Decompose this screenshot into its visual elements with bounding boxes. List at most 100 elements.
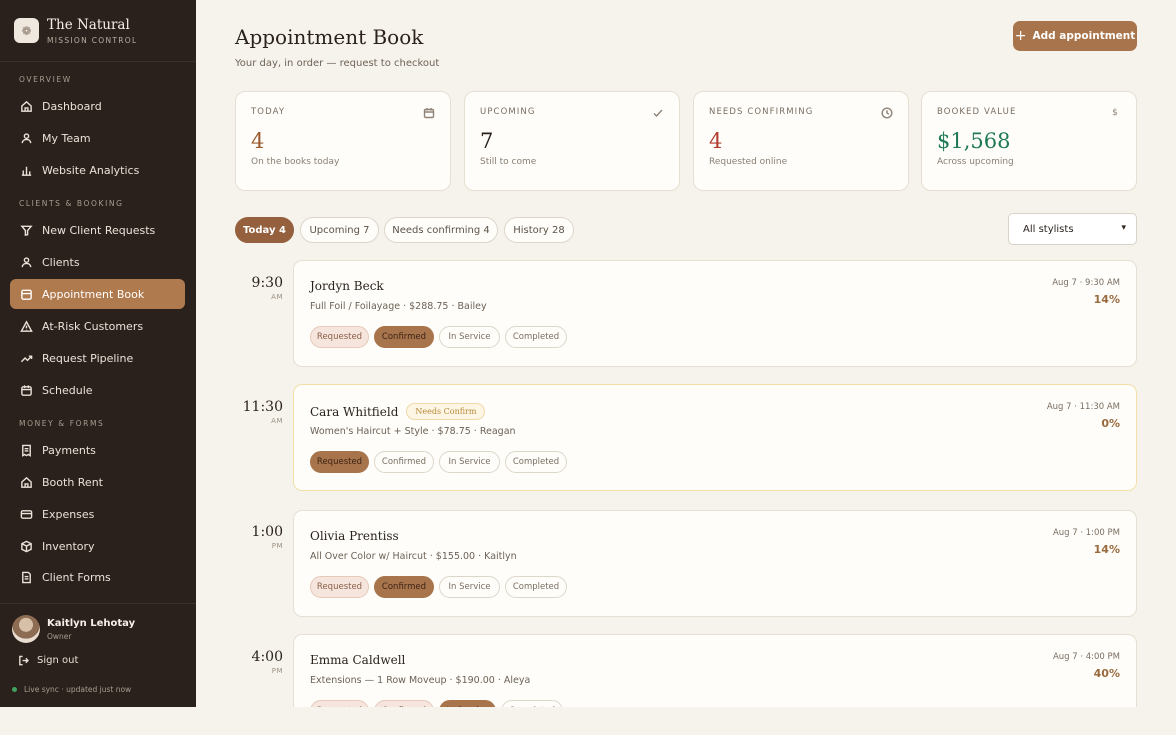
dollar-icon: $ [1112,108,1118,118]
sidebar-item-schedule[interactable]: Schedule [10,375,185,405]
card-icon [20,508,33,521]
stat-label: BOOKED VALUE [937,107,1017,117]
status-requested-button[interactable]: Requested [310,576,369,598]
appointment-detail: Women's Haircut + Style · $78.75 · Reaga… [310,426,516,437]
appointment-card[interactable]: Olivia Prentiss All Over Color w/ Haircu… [293,510,1137,617]
status-selector: Requested Confirmed In Service Completed [310,326,572,348]
box-icon [20,540,33,553]
stat-value: 7 [480,129,494,153]
status-completed-button[interactable]: Completed [505,576,567,598]
progress-percent: 14% [1093,543,1120,556]
client-name: Emma Caldwell [310,653,405,667]
sidebar-item-website-analytics[interactable]: Website Analytics [10,155,185,185]
section-label-clients-booking: CLIENTS & BOOKING [19,199,124,208]
sidebar-item-client-forms[interactable]: Client Forms [10,562,185,592]
sign-out-button[interactable]: Sign out [18,655,78,666]
stat-caption: On the books today [251,157,340,167]
add-appointment-button[interactable]: + Add appointment [1013,21,1137,51]
sidebar-item-label: My Team [42,131,91,145]
appointment-detail: Full Foil / Foilayage · $288.75 · Bailey [310,301,487,312]
status-completed-button[interactable]: Completed [505,451,567,473]
sidebar-item-label: Clients [42,255,80,269]
progress-percent: 14% [1093,293,1120,306]
sidebar-item-label: Booth Rent [42,475,103,489]
sidebar-item-label: Expenses [42,507,95,521]
status-in-service-button[interactable]: In Service [439,576,500,598]
appointment-detail: All Over Color w/ Haircut · $155.00 · Ka… [310,551,517,562]
status-confirmed-button[interactable]: Confirmed [374,700,434,707]
status-completed-button[interactable]: Completed [505,326,567,348]
time-ampm: AM [271,417,283,425]
check-icon [652,107,664,119]
sidebar-item-request-pipeline[interactable]: Request Pipeline [10,343,185,373]
status-in-service-button[interactable]: In Service [439,326,500,348]
status-requested-button[interactable]: Requested [310,700,369,707]
sidebar-item-clients[interactable]: Clients [10,247,185,277]
tab-history[interactable]: History 28 [504,217,574,243]
appointment-card[interactable]: Jordyn Beck Full Foil / Foilayage · $288… [293,260,1137,367]
sidebar-item-appointment-book[interactable]: Appointment Book [10,279,185,309]
add-appointment-label: Add appointment [1032,30,1136,42]
sidebar-item-expenses[interactable]: Expenses [10,499,185,529]
status-requested-button[interactable]: Requested [310,451,369,473]
client-name-text: Olivia Prentiss [310,529,399,543]
appointment-date: Aug 7 · 11:30 AM [1046,402,1120,412]
window-bottom-strip [0,707,1176,735]
sidebar-item-at-risk-customers[interactable]: At-Risk Customers [10,311,185,341]
receipt-icon [20,444,33,457]
sign-out-label: Sign out [37,655,79,666]
sidebar-item-label: Schedule [42,383,93,397]
client-name: Jordyn Beck [310,279,384,293]
stat-card-upcoming: UPCOMING 7 Still to come [464,91,680,191]
sidebar-item-booth-rent[interactable]: Booth Rent [10,467,185,497]
document-icon [20,571,33,584]
time-ampm: AM [271,293,283,301]
tab-needs-confirming[interactable]: Needs confirming 4 [384,217,498,243]
tab-today[interactable]: Today 4 [235,217,294,243]
sidebar-item-dashboard[interactable]: Dashboard [10,91,185,121]
avatar [12,615,40,643]
appointment-date: Aug 7 · 9:30 AM [1052,278,1120,288]
sidebar-item-label: Website Analytics [42,163,140,177]
stat-label: TODAY [251,107,286,117]
status-in-service-button[interactable]: In Service [439,700,496,707]
appointment-time: 1:00 PM [236,524,283,550]
user-profile[interactable]: Kaitlyn Lehotay Owner [12,615,135,643]
stat-label: UPCOMING [480,107,536,117]
appointment-card[interactable]: Emma Caldwell Extensions — 1 Row Moveup … [293,634,1137,707]
status-requested-button[interactable]: Requested [310,326,369,348]
status-completed-button[interactable]: Completed [501,700,563,707]
brand-subtitle: MISSION CONTROL [47,35,138,45]
progress-percent: 40% [1093,667,1120,680]
status-confirmed-button[interactable]: Confirmed [374,451,434,473]
sidebar-item-label: Inventory [42,539,95,553]
time-value: 9:30 [251,275,283,291]
appointment-time: 9:30 AM [236,275,283,301]
status-confirmed-button[interactable]: Confirmed [374,576,434,598]
time-ampm: PM [271,667,283,675]
appointment-card[interactable]: Cara Whitfield Needs Confirm Women's Hai… [293,384,1137,491]
appointment-date: Aug 7 · 1:00 PM [1052,528,1120,538]
stylist-filter-select[interactable]: All stylists ▾ [1008,213,1137,245]
status-confirmed-button[interactable]: Confirmed [374,326,434,348]
sidebar-item-inventory[interactable]: Inventory [10,531,185,561]
sidebar: ❁ The Natural MISSION CONTROL OVERVIEW D… [0,0,196,707]
page-subtitle: Your day, in order — request to checkout [235,58,440,69]
calendar-icon [20,384,33,397]
sidebar-item-label: Payments [42,443,96,457]
page-title: Appointment Book [235,25,424,49]
book-icon [20,288,33,301]
bar-chart-icon [20,164,33,177]
sidebar-footer: Kaitlyn Lehotay Owner Sign out Live sync… [0,603,196,707]
warning-icon [20,319,33,333]
status-in-service-button[interactable]: In Service [439,451,500,473]
plus-icon: + [1014,28,1027,44]
sidebar-item-payments[interactable]: Payments [10,435,185,465]
tab-upcoming[interactable]: Upcoming 7 [300,217,379,243]
stat-value: $1,568 [937,129,1011,153]
appointment-detail: Extensions — 1 Row Moveup · $190.00 · Al… [310,675,531,686]
sidebar-item-my-team[interactable]: My Team [10,123,185,153]
status-selector: Requested Confirmed In Service Completed [310,451,572,473]
sidebar-item-new-client-requests[interactable]: New Client Requests [10,215,185,245]
users-icon [20,256,33,269]
